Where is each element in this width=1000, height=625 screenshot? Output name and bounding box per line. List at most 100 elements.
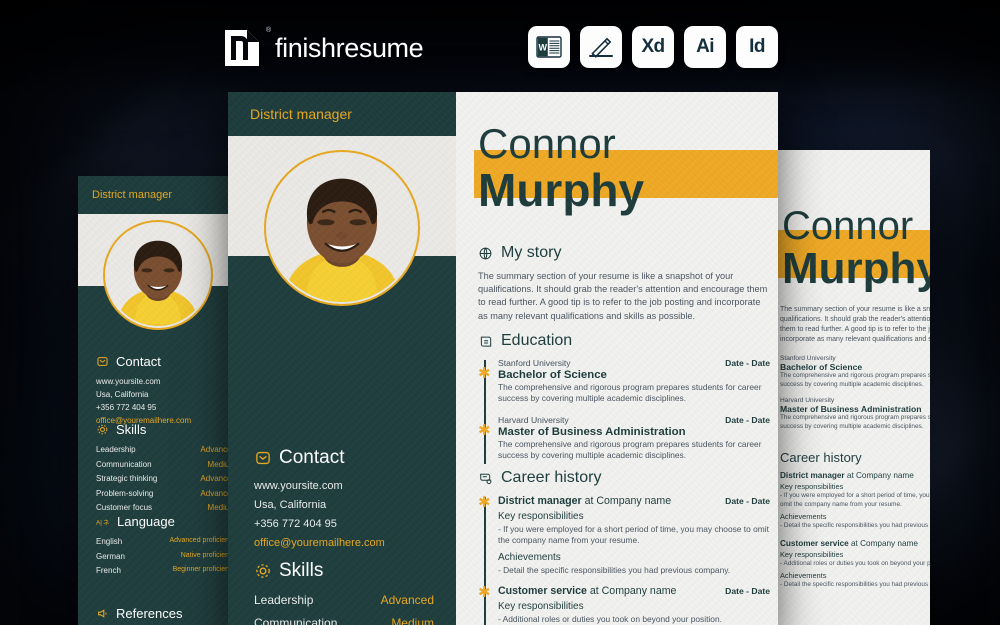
language-level: Beginner proficiency bbox=[172, 566, 236, 573]
resume-card-center[interactable]: District manager Contact www.yoursite.co… bbox=[228, 92, 778, 625]
career-entry: ✱ District manager at Company name Date … bbox=[478, 495, 770, 576]
timeline-star-icon: ✱ bbox=[478, 365, 491, 382]
story-text: The summary section of your resume is li… bbox=[780, 306, 930, 343]
book-icon bbox=[478, 334, 493, 349]
education-school: Harvard University bbox=[498, 414, 569, 425]
contact-heading: Contact bbox=[254, 447, 434, 469]
page-header: ® finishresume W Xd Ai Id bbox=[0, 0, 1000, 96]
contact-phone: +356 772 404 95 bbox=[96, 403, 157, 412]
education-degree: Master of Business Administration bbox=[498, 425, 686, 438]
mail-icon bbox=[254, 449, 272, 467]
career-responsibilities-text: - If you were employed for a short perio… bbox=[498, 524, 769, 546]
timeline-star-icon: ✱ bbox=[478, 421, 491, 439]
career-date: Date - Date bbox=[725, 496, 770, 506]
translate-icon: A| ネ bbox=[96, 516, 110, 528]
avatar bbox=[103, 220, 213, 330]
career-title-line: Customer service at Company name bbox=[498, 585, 677, 598]
pages-icon[interactable] bbox=[580, 26, 622, 68]
language-heading: A| ネ Language bbox=[96, 514, 175, 529]
career-responsibilities-label: Key responsibilities bbox=[498, 601, 584, 613]
language-row: English Advanced proficiency bbox=[96, 537, 236, 546]
brand-logo[interactable]: ® finishresume bbox=[222, 27, 424, 68]
screenshot-stage: District manager Contact www.yoursite.co… bbox=[0, 0, 1000, 625]
references-heading: References bbox=[96, 606, 182, 621]
education-date: Date - Date bbox=[725, 358, 770, 368]
finishresume-logo-icon bbox=[222, 28, 262, 68]
skill-row: Strategic thinking Advanced bbox=[96, 474, 236, 483]
skills-heading: Skills bbox=[96, 422, 236, 437]
career-heading: Career history bbox=[478, 469, 770, 487]
contact-email: office@youremailhere.com bbox=[254, 537, 385, 549]
svg-text:W: W bbox=[539, 42, 548, 52]
education-description: The comprehensive and rigorous program p… bbox=[498, 382, 762, 404]
role-tag: District manager bbox=[92, 189, 173, 201]
career-entry: ✱ Customer service at Company name Date … bbox=[478, 585, 770, 625]
language-name: English bbox=[96, 537, 123, 546]
role-tag: District manager bbox=[250, 106, 352, 122]
adobe-xd-icon[interactable]: Xd bbox=[632, 26, 674, 68]
name-last: Murphy bbox=[478, 164, 645, 216]
skill-name: Communication bbox=[254, 616, 338, 625]
registered-mark: ® bbox=[266, 27, 272, 34]
career-achievements-label: Achievements bbox=[498, 551, 561, 563]
contact-heading: Contact bbox=[96, 354, 224, 369]
education-entry: Stanford UniversityDate - Date Bachelor … bbox=[780, 355, 930, 388]
language-name: German bbox=[96, 551, 125, 561]
contact-website: www.yoursite.com bbox=[254, 480, 343, 492]
education-degree: Bachelor of Science bbox=[498, 369, 607, 381]
education-heading: Education bbox=[478, 332, 770, 350]
role-bar: District manager bbox=[228, 92, 456, 136]
skill-level: Medium bbox=[391, 616, 434, 625]
contact-location: Usa, California bbox=[254, 499, 327, 511]
skill-row: Communication Medium bbox=[254, 616, 434, 625]
skill-name: Communication bbox=[96, 459, 152, 469]
globe-icon bbox=[478, 246, 493, 261]
career-heading-right: Career history bbox=[780, 450, 862, 465]
language-row: German Native proficiency bbox=[96, 552, 236, 561]
language-name: French bbox=[96, 566, 121, 575]
briefcase-icon bbox=[478, 471, 493, 486]
timeline-star-icon: ✱ bbox=[478, 584, 491, 602]
education-school: Stanford University bbox=[498, 358, 571, 368]
skill-row: Leadership Advanced bbox=[96, 445, 236, 454]
adobe-illustrator-icon[interactable]: Ai bbox=[684, 26, 726, 68]
word-icon[interactable]: W bbox=[528, 26, 570, 68]
language-row: French Beginner proficiency bbox=[96, 566, 236, 575]
career-achievements-text: - Detail the specific responsibilities y… bbox=[498, 564, 731, 575]
education-entry: Harvard UniversityDate - Date Master of … bbox=[780, 397, 930, 430]
name-first: Connor bbox=[478, 120, 616, 167]
adobe-indesign-icon[interactable]: Id bbox=[736, 26, 778, 68]
language-level: Advanced proficiency bbox=[169, 537, 236, 544]
megaphone-icon bbox=[96, 607, 109, 620]
career-responsibilities-label: Key responsibilities bbox=[498, 511, 584, 522]
skill-name: Problem-solving bbox=[96, 488, 154, 498]
career-entry: District manager at Company nameDate - D… bbox=[780, 471, 930, 530]
skill-row: Customer focus Medium bbox=[96, 503, 236, 512]
education-date: Date - Date bbox=[725, 414, 770, 425]
skill-level: Advanced bbox=[380, 593, 434, 607]
svg-text:ネ: ネ bbox=[103, 518, 109, 526]
career-date: Date - Date bbox=[725, 586, 770, 597]
brand-name: finishresume bbox=[275, 32, 424, 63]
story-text: The summary section of your resume is li… bbox=[478, 271, 768, 321]
career-timeline bbox=[484, 497, 486, 625]
education-entry: ✱ Harvard University Date - Date Master … bbox=[478, 414, 770, 462]
name-last: Murphy bbox=[782, 244, 930, 293]
gear-icon bbox=[96, 423, 109, 436]
resume-main-panel: Connor Murphy My story The summary secti… bbox=[456, 92, 778, 625]
contact-phone: +356 772 404 95 bbox=[254, 518, 337, 530]
mail-icon bbox=[96, 355, 109, 368]
story-heading: My story bbox=[478, 244, 768, 262]
avatar bbox=[264, 150, 420, 306]
skill-name: Strategic thinking bbox=[96, 474, 158, 483]
resume-card-right[interactable]: Connor Murphy The summary section of you… bbox=[770, 150, 930, 625]
skill-row: Communication Medium bbox=[96, 460, 236, 469]
contact-location: Usa, California bbox=[96, 390, 149, 399]
timeline-star-icon: ✱ bbox=[478, 494, 491, 511]
skill-name: Leadership bbox=[96, 445, 136, 454]
contact-website: www.yoursite.com bbox=[96, 377, 161, 386]
career-responsibilities-text: - Additional roles or duties you took on… bbox=[498, 614, 722, 625]
career-entry: Customer service at Company nameDate - D… bbox=[780, 538, 930, 589]
skill-row: Problem-solving Advanced bbox=[96, 489, 236, 498]
gear-icon bbox=[254, 562, 272, 580]
